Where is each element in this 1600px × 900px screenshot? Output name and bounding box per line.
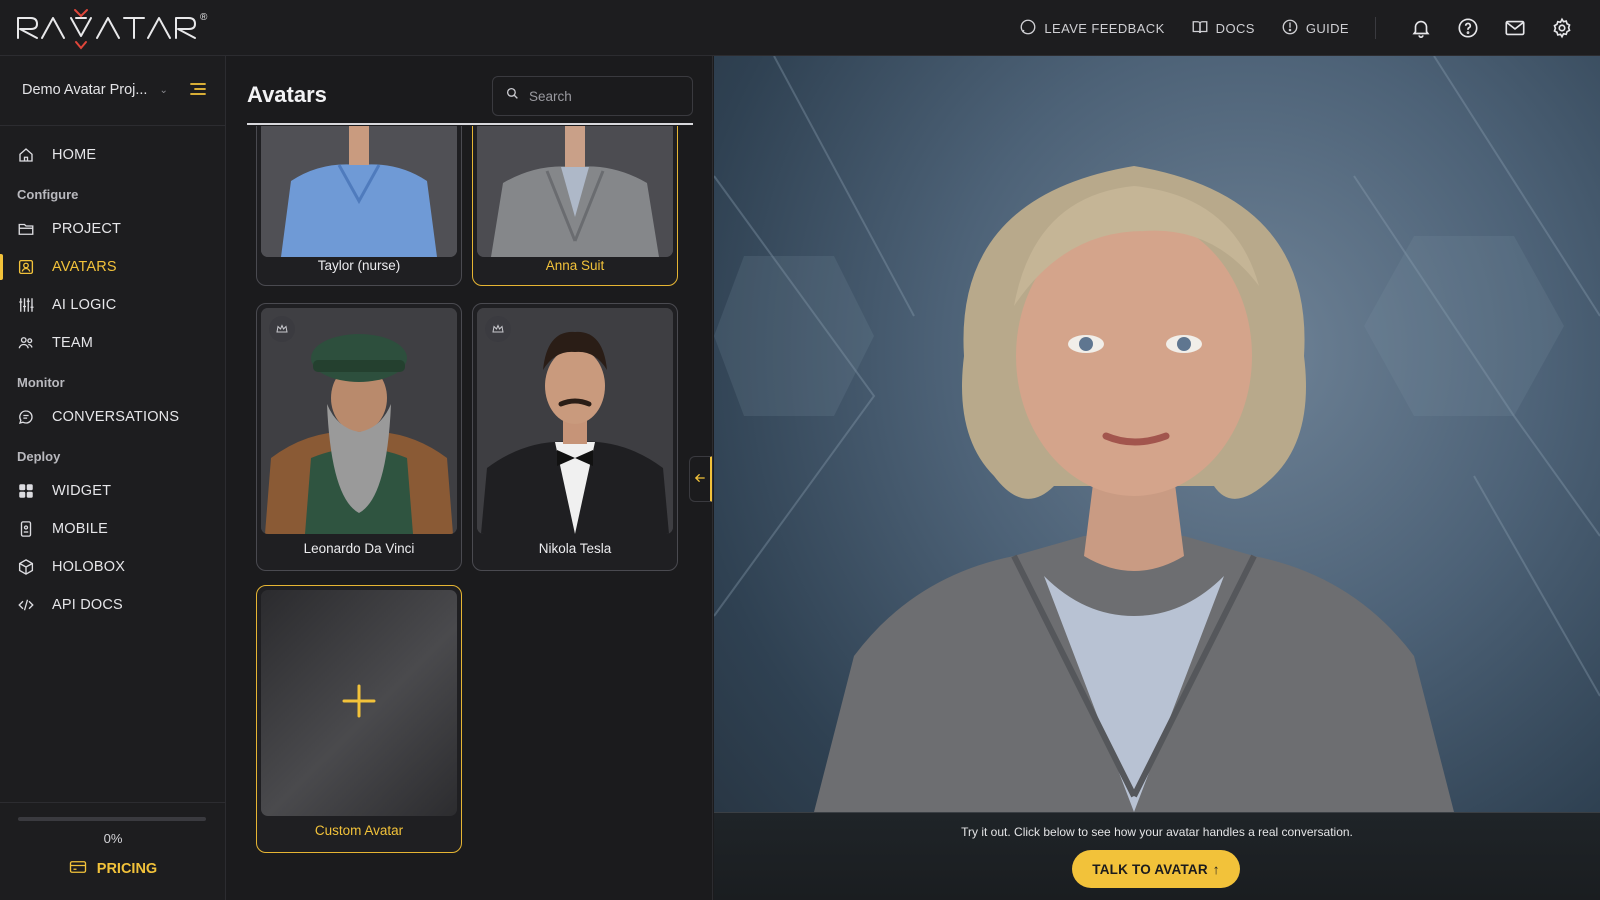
avatar-card-leonardo[interactable]: Leonardo Da Vinci: [256, 303, 462, 571]
avatar-card-taylor[interactable]: Taylor (nurse): [256, 126, 462, 286]
sidebar-item-label: PROJECT: [52, 221, 122, 237]
ravatar-logo[interactable]: ®: [16, 6, 226, 50]
sidebar-item-label: HOME: [52, 147, 97, 163]
avatars-panel: Avatars Taylor (nurse): [226, 56, 713, 900]
chevron-down-icon: ⌄: [159, 84, 168, 96]
plus-icon: [342, 684, 376, 723]
sidebar-item-label: MOBILE: [52, 521, 108, 537]
top-actions: LEAVE FEEDBACK DOCS GUIDE: [993, 0, 1574, 56]
search-box[interactable]: [492, 76, 693, 116]
sidebar-footer: 0% PRICING: [0, 802, 226, 900]
sidebar-item-label: WIDGET: [52, 483, 112, 499]
docs-link[interactable]: DOCS: [1191, 18, 1255, 39]
avatar-thumbnail: [477, 126, 673, 257]
sidebar-item-label: CONVERSATIONS: [52, 409, 180, 425]
docs-label: DOCS: [1215, 20, 1255, 36]
arrow-left-icon: [694, 470, 705, 488]
sidebar-item-project[interactable]: PROJECT: [0, 210, 226, 248]
team-icon: [17, 334, 35, 352]
section-configure: Configure: [17, 187, 79, 202]
usage-progress-label: 0%: [103, 831, 123, 846]
book-icon: [1191, 18, 1209, 39]
mail-icon[interactable]: [1503, 16, 1527, 40]
avatar-card-anna-suit[interactable]: Anna Suit: [472, 126, 678, 286]
custom-avatar-placeholder: [261, 590, 457, 816]
avatar-card-name: Anna Suit: [545, 258, 605, 273]
bell-icon[interactable]: [1409, 16, 1433, 40]
sidebar: Demo Avatar Proj... ⌄ HOME Configure PRO…: [0, 56, 226, 900]
sliders-icon: [17, 296, 35, 314]
sidebar-item-conversations[interactable]: CONVERSATIONS: [0, 398, 226, 436]
home-icon: [17, 146, 35, 164]
avatar-card-name: Leonardo Da Vinci: [303, 541, 415, 556]
crown-badge: [269, 316, 295, 342]
sidebar-item-label: AVATARS: [52, 259, 117, 275]
sidebar-item-api-docs[interactable]: API DOCS: [0, 586, 226, 624]
avatar-card-name: Nikola Tesla: [538, 541, 612, 556]
avatar-card-tesla[interactable]: Nikola Tesla: [472, 303, 678, 571]
avatar-thumbnail: [261, 126, 457, 257]
pricing-label: PRICING: [96, 861, 158, 877]
code-icon: [17, 596, 35, 614]
avatar-card-name: Custom Avatar: [314, 823, 404, 838]
page-title: Avatars: [247, 82, 327, 107]
avatar-grid: Taylor (nurse) Anna Suit Leonardo Da Vin…: [226, 126, 712, 900]
avatar-card-name: Taylor (nurse): [317, 258, 401, 273]
sidebar-item-label: AI LOGIC: [52, 297, 117, 313]
leave-feedback-label: LEAVE FEEDBACK: [1044, 20, 1165, 36]
sidebar-item-label: API DOCS: [52, 597, 123, 613]
avatar-preview: Try it out. Click below to see how your …: [714, 56, 1600, 900]
avatar-preview-image: [714, 56, 1600, 812]
compass-icon: [1281, 18, 1299, 39]
preview-hint-text: Try it out. Click below to see how your …: [961, 825, 1353, 839]
avatar-thumbnail: [477, 308, 673, 534]
help-icon[interactable]: [1456, 16, 1480, 40]
guide-link[interactable]: GUIDE: [1281, 18, 1349, 39]
search-input[interactable]: [529, 88, 679, 104]
guide-label: GUIDE: [1305, 20, 1349, 36]
search-icon: [506, 87, 519, 105]
project-name: Demo Avatar Proj...: [22, 82, 148, 98]
arrow-up-icon: ↑: [1212, 861, 1220, 877]
collapse-panel-button[interactable]: [689, 456, 712, 502]
registered-mark: ®: [200, 12, 208, 23]
sidebar-item-ai-logic[interactable]: AI LOGIC: [0, 286, 226, 324]
avatar-card-custom[interactable]: Custom Avatar: [256, 585, 462, 853]
sidebar-item-home[interactable]: HOME: [0, 136, 226, 174]
section-monitor: Monitor: [17, 375, 65, 390]
sidebar-item-mobile[interactable]: MOBILE: [0, 510, 226, 548]
talk-button-label: TALK TO AVATAR: [1092, 861, 1208, 877]
section-deploy: Deploy: [17, 449, 61, 464]
preview-footer: Try it out. Click below to see how your …: [714, 812, 1600, 900]
sidebar-item-team[interactable]: TEAM: [0, 324, 226, 362]
leave-feedback-link[interactable]: LEAVE FEEDBACK: [1019, 18, 1164, 39]
sidebar-item-avatars[interactable]: AVATARS: [0, 248, 226, 286]
project-selector[interactable]: Demo Avatar Proj... ⌄: [22, 82, 168, 98]
avatar-thumbnail: [261, 308, 457, 534]
credit-card-icon: [69, 859, 87, 879]
topbar-divider: [1375, 17, 1376, 39]
sidebar-item-label: TEAM: [52, 335, 94, 351]
top-bar: ® LEAVE FEEDBACK DOCS GUIDE: [0, 0, 1600, 56]
grid-icon: [17, 482, 35, 500]
pricing-button[interactable]: PRICING: [0, 859, 226, 879]
title-divider: [247, 123, 693, 125]
sidebar-item-widget[interactable]: WIDGET: [0, 472, 226, 510]
project-selector-row: Demo Avatar Proj... ⌄: [0, 56, 226, 126]
chat-icon: [17, 408, 35, 426]
talk-to-avatar-button[interactable]: TALK TO AVATAR ↑: [1072, 850, 1240, 888]
folder-icon: [17, 220, 35, 238]
mobile-icon: [17, 520, 35, 538]
usage-progress-bar: [18, 817, 206, 821]
sidebar-item-holobox[interactable]: HOLOBOX: [0, 548, 226, 586]
crown-badge: [485, 316, 511, 342]
cube-icon: [17, 558, 35, 576]
menu-toggle-icon[interactable]: [190, 82, 206, 101]
gear-icon[interactable]: [1550, 16, 1574, 40]
avatar-icon: [17, 258, 35, 276]
sidebar-item-label: HOLOBOX: [52, 559, 126, 575]
feedback-icon: [1019, 18, 1037, 39]
sidebar-nav: HOME Configure PROJECT AVATARS AI LOGIC …: [0, 136, 226, 624]
